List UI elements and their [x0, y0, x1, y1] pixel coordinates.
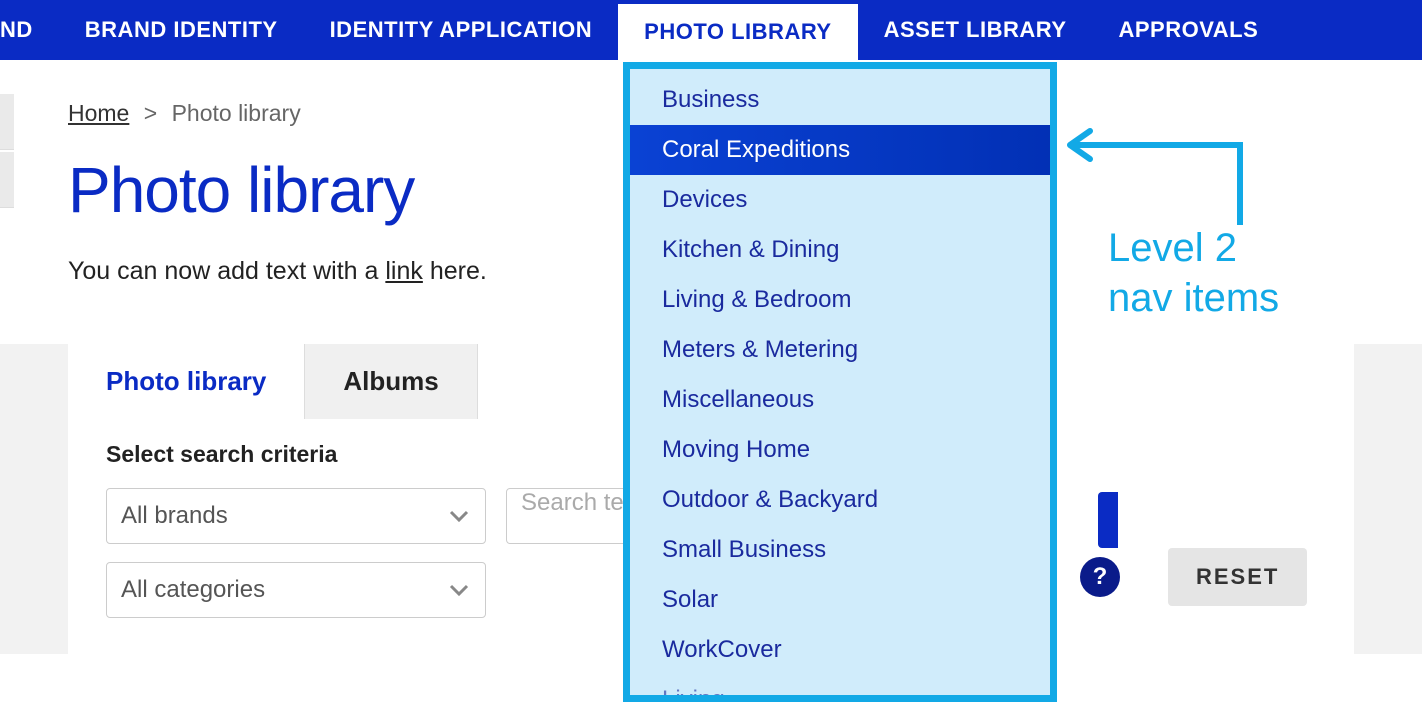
- dropdown-item-meters-metering[interactable]: Meters & Metering: [630, 325, 1050, 375]
- tab-albums[interactable]: Albums: [304, 344, 477, 419]
- tab-photo-library[interactable]: Photo library: [68, 344, 304, 419]
- dropdown-item-kitchen-dining[interactable]: Kitchen & Dining: [630, 225, 1050, 275]
- intro-link[interactable]: link: [385, 257, 423, 285]
- intro-post: here.: [423, 257, 487, 285]
- categories-select[interactable]: All categories: [106, 562, 486, 618]
- arrow-icon: [1060, 105, 1250, 175]
- annotation-line1: Level 2: [1108, 223, 1279, 273]
- breadcrumb-current: Photo library: [172, 100, 301, 126]
- help-icon[interactable]: ?: [1080, 557, 1120, 597]
- dropdown-item-business[interactable]: Business: [630, 75, 1050, 125]
- brands-value: All brands: [121, 502, 228, 530]
- intro-pre: You can now add text with a: [68, 257, 385, 285]
- dropdown-item-living-partial[interactable]: Living: [630, 675, 1050, 702]
- right-controls: ? RESET: [1080, 548, 1307, 606]
- dropdown-item-miscellaneous[interactable]: Miscellaneous: [630, 375, 1050, 425]
- dropdown-item-coral-expeditions[interactable]: Coral Expeditions: [630, 125, 1050, 175]
- dropdown-list: Business Coral Expeditions Devices Kitch…: [630, 69, 1050, 702]
- nav-item-identity-application[interactable]: IDENTITY APPLICATION: [304, 0, 619, 60]
- breadcrumb-sep: >: [144, 100, 157, 126]
- nav-item-cutoff[interactable]: ND: [0, 0, 59, 60]
- dropdown-item-living-bedroom[interactable]: Living & Bedroom: [630, 275, 1050, 325]
- annotation: Level 2 nav items: [1060, 105, 1250, 175]
- nav-item-approvals[interactable]: APPROVALS: [1093, 0, 1285, 60]
- reset-button[interactable]: RESET: [1168, 548, 1307, 606]
- categories-value: All categories: [121, 576, 265, 604]
- nav-item-photo-library[interactable]: PHOTO LIBRARY: [618, 4, 857, 60]
- left-stub-2: [0, 152, 14, 208]
- dropdown-item-small-business[interactable]: Small Business: [630, 525, 1050, 575]
- chevron-down-icon: [447, 578, 471, 602]
- dropdown-item-workcover[interactable]: WorkCover: [630, 625, 1050, 675]
- search-button-fragment[interactable]: [1098, 492, 1118, 548]
- nav-item-brand-identity[interactable]: BRAND IDENTITY: [59, 0, 304, 60]
- chevron-down-icon: [447, 504, 471, 528]
- dropdown-item-outdoor-backyard[interactable]: Outdoor & Backyard: [630, 475, 1050, 525]
- annotation-line2: nav items: [1108, 273, 1279, 323]
- dropdown-item-devices[interactable]: Devices: [630, 175, 1050, 225]
- dropdown-item-solar[interactable]: Solar: [630, 575, 1050, 625]
- breadcrumb-home[interactable]: Home: [68, 100, 129, 126]
- nav-item-asset-library[interactable]: ASSET LIBRARY: [858, 0, 1093, 60]
- brands-select[interactable]: All brands: [106, 488, 486, 544]
- top-nav: ND BRAND IDENTITY IDENTITY APPLICATION P…: [0, 0, 1422, 60]
- annotation-text: Level 2 nav items: [1108, 223, 1279, 323]
- dropdown-item-moving-home[interactable]: Moving Home: [630, 425, 1050, 475]
- level2-dropdown: Business Coral Expeditions Devices Kitch…: [623, 62, 1057, 702]
- left-stub-1: [0, 94, 14, 150]
